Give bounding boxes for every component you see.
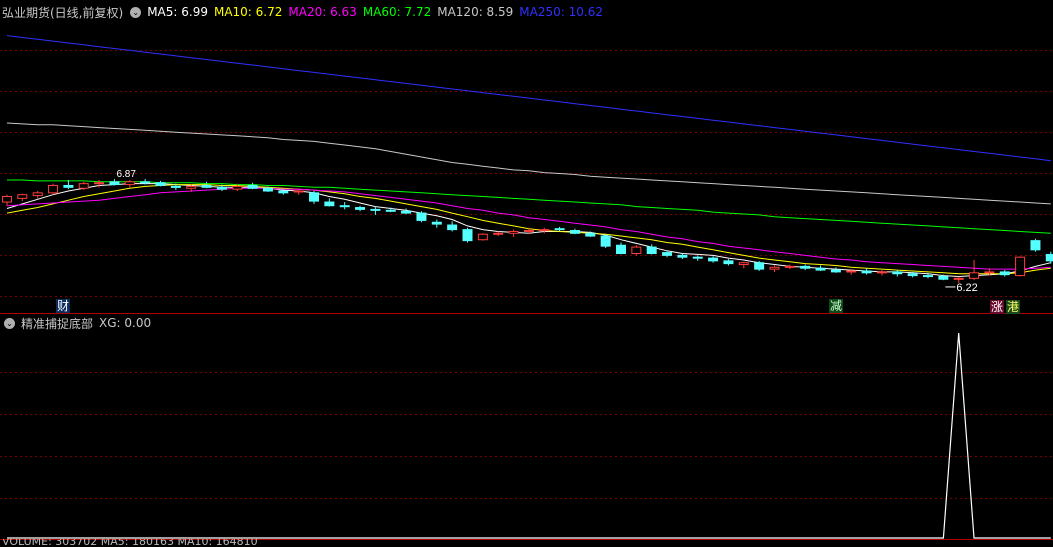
tag-gang-icon[interactable]: 港: [1006, 300, 1021, 314]
ma120-value: MA120: 8.59: [437, 5, 514, 19]
candle-body: [708, 257, 719, 262]
sub-legend: ⌄ 精准捕捉底部 XG: 0.00: [2, 314, 157, 332]
candle-body: [94, 182, 105, 185]
tag-cai-icon[interactable]: 财: [56, 299, 71, 313]
candle-body: [155, 182, 166, 186]
candle-body: [554, 228, 565, 231]
candle-body: [462, 229, 473, 242]
candle-body: [2, 196, 12, 203]
candle-body: [1045, 253, 1053, 262]
candle-body: [876, 271, 887, 274]
candle-body: [923, 275, 933, 278]
main-legend: 弘业期货(日线,前复权) ⌄ MA5: 6.99 MA10: 6.72 MA20…: [2, 3, 609, 21]
candle-body: [1030, 240, 1041, 251]
candle-body: [309, 192, 319, 202]
candle-body: [232, 185, 243, 190]
indicator-toggle-icon[interactable]: ⌄: [130, 6, 142, 18]
candle-body: [186, 185, 197, 189]
candle-body: [569, 230, 580, 234]
candle-body: [723, 260, 734, 265]
candle-body: [355, 207, 366, 210]
candle-body: [63, 184, 74, 188]
candle-body: [109, 181, 120, 186]
candle-body: [401, 210, 412, 214]
xg-value: XG: 0.00: [99, 316, 152, 330]
candle-body: [370, 208, 381, 211]
candle-body: [953, 277, 964, 280]
ma60-value: MA60: 7.72: [362, 5, 432, 19]
candle-body: [600, 235, 611, 247]
candle-body: [140, 181, 151, 184]
candle-body: [324, 201, 335, 207]
candle-body: [984, 271, 995, 274]
candle-body: [769, 266, 780, 270]
low-price-label: 6.22: [956, 282, 977, 294]
candle-body: [48, 184, 59, 194]
sub-panel-title: 精准捕捉底部: [21, 316, 94, 331]
candle-body: [1015, 256, 1026, 277]
candle-body: [800, 265, 811, 269]
candle-body: [293, 190, 304, 193]
candle-body: [508, 230, 519, 234]
chart-canvas[interactable]: 6.87 6.22: [0, 0, 1053, 547]
candle-body: [170, 185, 181, 188]
candle-body: [846, 270, 857, 273]
candle-body: [907, 273, 918, 277]
chart-title: 弘业期货(日线,前复权): [2, 5, 124, 20]
candle-body: [262, 187, 273, 192]
candle-body: [539, 229, 550, 232]
ma5-value: MA5: 6.99: [147, 5, 208, 19]
candle-body: [616, 244, 626, 255]
candle-body: [477, 233, 488, 241]
candle-body: [892, 271, 903, 275]
candle-body: [585, 232, 596, 237]
candle-body: [523, 230, 534, 233]
candle-body: [738, 262, 749, 266]
candle-body: [416, 212, 427, 221]
candle-body: [784, 265, 795, 268]
candle-body: [631, 246, 642, 255]
candle-body: [692, 256, 703, 259]
candle-body: [662, 252, 673, 256]
candle-body: [969, 272, 980, 279]
candle-body: [431, 221, 442, 225]
sub-indicator-toggle-icon[interactable]: ⌄: [4, 317, 15, 329]
candle-body: [861, 270, 872, 274]
candle-body: [339, 205, 350, 208]
candle-body: [216, 186, 227, 190]
candle-body: [385, 209, 396, 212]
candle-body: [247, 184, 258, 189]
candle-body: [815, 267, 826, 271]
candle-body: [278, 190, 289, 194]
candle-body: [938, 276, 949, 280]
ma250-value: MA250: 10.62: [519, 5, 603, 19]
candle-body: [677, 254, 688, 258]
candle-body: [646, 246, 657, 255]
tag-zhang-icon[interactable]: 涨: [990, 300, 1005, 314]
candle-body: [447, 224, 458, 231]
volume-legend-text: VOLUME: 303702 MA5: 180163 MA10: 164810: [2, 539, 258, 547]
candle-body: [493, 232, 504, 235]
high-price-label: 6.87: [116, 169, 136, 180]
candle-body: [201, 184, 212, 188]
volume-legend-strip: VOLUME: 303702 MA5: 180163 MA10: 164810: [0, 539, 1053, 547]
tag-jian-icon[interactable]: 减: [829, 299, 844, 313]
candle-body: [17, 194, 28, 199]
candle-body: [124, 181, 135, 186]
candle-body: [78, 183, 89, 189]
candle-body: [754, 262, 765, 270]
ma10-value: MA10: 6.72: [213, 5, 283, 19]
candle-body: [999, 271, 1010, 276]
candle-body: [32, 192, 43, 197]
candle-body: [830, 269, 841, 273]
ma20-value: MA20: 6.63: [288, 5, 357, 19]
